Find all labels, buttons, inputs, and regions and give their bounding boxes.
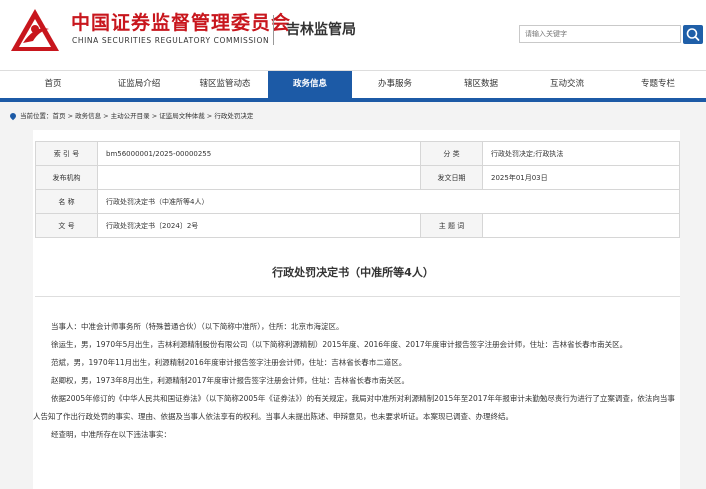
body-paragraph: 依据2005年修订的《中华人民共和国证券法》（以下简称2005年《证券法》）的有… xyxy=(33,394,675,421)
header-divider xyxy=(273,15,274,45)
docno-label: 文 号 xyxy=(35,213,98,238)
issuer-value xyxy=(97,165,421,190)
subject-label: 主 题 词 xyxy=(420,213,483,238)
subject-value xyxy=(482,213,680,238)
nav-item-data[interactable]: 辖区数据 xyxy=(438,71,524,98)
body-paragraph: 经查明，中准所存在以下违法事实： xyxy=(51,430,171,439)
nav-item-government-info[interactable]: 政务信息 xyxy=(268,71,352,98)
document-meta-table: 索 引 号 bm56000001/2025-00000255 分 类 行政处罚决… xyxy=(35,141,680,238)
category-value: 行政处罚决定;行政执法 xyxy=(482,141,680,166)
body-paragraph: 范斌，男，1970年11月出生，利源精制2016年度审计报告签字注册会计师，住址… xyxy=(51,358,407,367)
name-label: 名 称 xyxy=(35,189,98,214)
csrc-logo-icon[interactable] xyxy=(9,7,61,53)
body-paragraph: 赵卿权，男，1973年8月出生，利源精制2017年度审计报告签字注册会计师，住址… xyxy=(51,376,409,385)
document-title: 行政处罚决定书（中准所等4人） xyxy=(272,266,434,279)
docno-value: 行政处罚决定书〔2024〕2号 xyxy=(97,213,421,238)
breadcrumb: 当前位置：首页 > 政务信息 > 主动公开目录 > 证监局文种体裁 > 行政处罚… xyxy=(8,110,254,121)
breadcrumb-prefix: 当前位置： xyxy=(20,112,53,120)
index-label: 索 引 号 xyxy=(35,141,98,166)
location-pin-icon xyxy=(8,111,18,121)
nav-item-special-topics[interactable]: 专题专栏 xyxy=(610,71,706,98)
search-button[interactable] xyxy=(683,25,703,44)
category-label: 分 类 xyxy=(420,141,483,166)
nav-item-regulatory-news[interactable]: 辖区监管动态 xyxy=(182,71,268,98)
nav-item-home[interactable]: 首页 xyxy=(10,71,96,98)
issuer-label: 发布机构 xyxy=(35,165,98,190)
body-paragraph: 当事人：中准会计师事务所（特殊普通合伙）（以下简称中准所），住所：北京市海淀区。 xyxy=(51,322,344,331)
name-value: 行政处罚决定书（中准所等4人） xyxy=(97,189,680,214)
bureau-title: 吉林监管局 xyxy=(286,22,356,38)
title-divider xyxy=(35,296,680,297)
nav-item-bureau-intro[interactable]: 证监局介绍 xyxy=(96,71,182,98)
body-paragraph: 徐运生，男，1970年5月出生，吉林利源精制股份有限公司（以下简称利源精制）20… xyxy=(51,340,628,349)
date-label: 发文日期 xyxy=(420,165,483,190)
main-nav: 首页 证监局介绍 辖区监管动态 政务信息 办事服务 辖区数据 互动交流 专题专栏 xyxy=(0,71,706,98)
document-body: 当事人：中准会计师事务所（特殊普通合伙）（以下简称中准所），住所：北京市海淀区。… xyxy=(33,318,680,444)
search-input[interactable] xyxy=(519,25,681,43)
breadcrumb-path[interactable]: 首页 > 政务信息 > 主动公开目录 > 证监局文种体裁 > 行政处罚决定 xyxy=(53,112,254,120)
nav-item-services[interactable]: 办事服务 xyxy=(352,71,438,98)
search-icon xyxy=(686,28,700,41)
site-title-cn: 中国证券监督管理委员会 xyxy=(71,12,292,34)
site-title-en: CHINA SECURITIES REGULATORY COMMISSION xyxy=(72,36,270,45)
nav-item-interaction[interactable]: 互动交流 xyxy=(524,71,610,98)
site-header: 中国证券监督管理委员会 CHINA SECURITIES REGULATORY … xyxy=(0,0,706,70)
index-value: bm56000001/2025-00000255 xyxy=(97,141,421,166)
date-value: 2025年01月03日 xyxy=(482,165,680,190)
